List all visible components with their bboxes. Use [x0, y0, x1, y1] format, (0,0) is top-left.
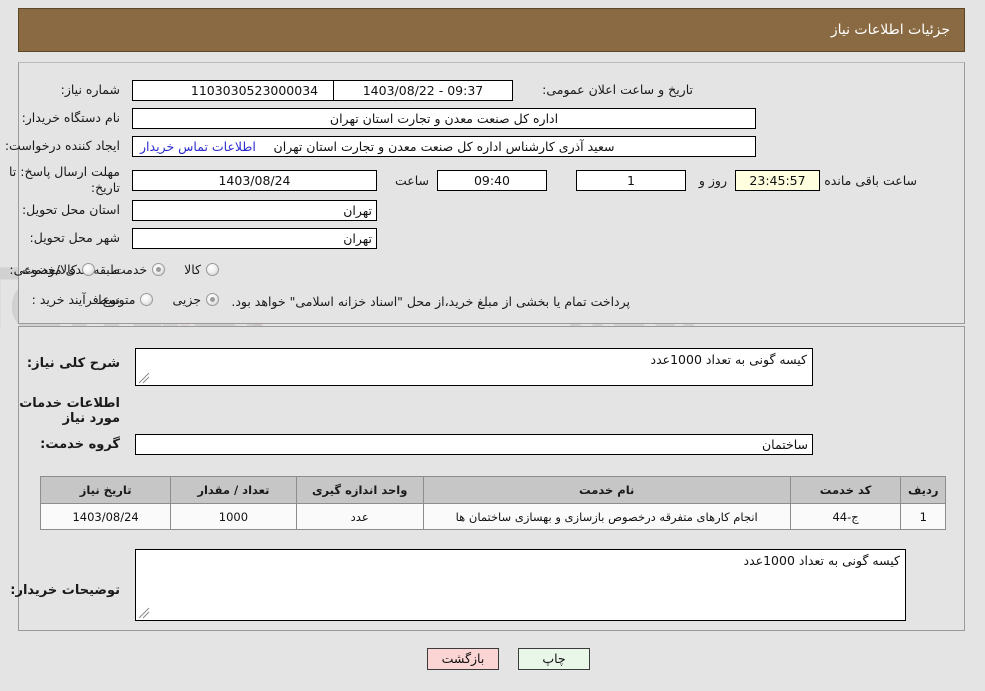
th-service-code: کد خدمت [789, 476, 902, 504]
radio-category-kala-khedmat[interactable] [81, 263, 95, 276]
countdown-label: ساعت باقی مانده [824, 173, 917, 188]
buyer-org-label-row: نام دستگاه خریدار: [22, 110, 120, 125]
cell-radif: 1 [900, 503, 946, 530]
buyer-notes-textarea[interactable]: کیسه گونی به تعداد 1000عدد [135, 549, 906, 621]
city-label-row: شهر محل تحویل: [30, 230, 120, 245]
remaining-days-field[interactable]: 1 [576, 170, 686, 191]
need-number-label: شماره نیاز: [60, 82, 120, 97]
creator-label: ایجاد کننده درخواست: [4, 138, 120, 153]
radio-category-khedmat-label: خدمت [113, 262, 148, 277]
th-quantity: تعداد / مقدار [170, 476, 297, 504]
general-desc-textarea[interactable]: کیسه گونی به تعداد 1000عدد [135, 348, 813, 386]
general-desc-value: کیسه گونی به تعداد 1000عدد [650, 352, 807, 367]
announce-date-label: تاریخ و ساعت اعلان عمومی: [542, 82, 693, 97]
radio-category-kala[interactable] [206, 263, 219, 276]
services-section-title: اطلاعات خدمات مورد نیاز [19, 396, 120, 426]
radio-process-motevaset-label: متوسط [96, 292, 136, 307]
page-header-bar: جزئیات اطلاعات نیاز [18, 8, 965, 52]
deadline-hour-label: ساعت [394, 173, 429, 188]
buyer-org-label: نام دستگاه خریدار: [21, 110, 120, 125]
th-radif: ردیف [900, 476, 946, 504]
announce-label-row: تاریخ و ساعت اعلان عمومی: [542, 82, 693, 97]
th-service-name: نام خدمت [422, 476, 791, 504]
province-label-row: استان محل تحویل: [22, 202, 120, 217]
radio-category-kala-khedmat-label: کالا/خدمت [22, 262, 77, 277]
radio-process-jozii-label: جزیی [172, 292, 201, 307]
process-radio-group: جزیی متوسط [82, 292, 219, 307]
radio-category-khedmat[interactable] [152, 263, 166, 276]
deadline-time-field[interactable]: 09:40 [437, 170, 547, 191]
need-number-label-row: شماره نیاز: [10, 82, 120, 97]
service-group-field[interactable]: ساختمان [135, 434, 813, 455]
province-field[interactable]: تهران [132, 200, 377, 221]
cell-unit: عدد [295, 503, 424, 530]
services-table: ردیف کد خدمت نام خدمت واحد اندازه گیری ت… [39, 476, 946, 530]
city-label: شهر محل تحویل: [29, 230, 120, 245]
table-row: 1 ج-44 انجام کارهای متفرقه درخصوص بازساز… [39, 503, 946, 530]
countdown-field: 23:45:57 [735, 170, 820, 191]
cell-service-code: ج-44 [789, 503, 902, 530]
province-label: استان محل تحویل: [21, 202, 120, 217]
resize-grip-icon[interactable] [138, 607, 150, 619]
radio-process-jozii[interactable] [206, 293, 219, 306]
need-info-panel [18, 62, 965, 324]
city-field[interactable]: تهران [132, 228, 377, 249]
th-unit: واحد اندازه گیری [295, 476, 424, 504]
announce-date-field[interactable]: 09:37 - 1403/08/22 [333, 80, 513, 101]
back-button[interactable]: بازگشت [427, 648, 499, 670]
resize-grip-icon[interactable] [138, 372, 150, 384]
print-button[interactable]: چاپ [518, 648, 590, 670]
page-title: جزئیات اطلاعات نیاز [830, 22, 950, 38]
buyer-org-field[interactable]: اداره کل صنعت معدن و تجارت استان تهران [132, 108, 756, 129]
buyer-notes-label: توضیحات خریدار: [10, 583, 120, 598]
buyer-contact-link[interactable]: اطلاعات تماس خریدار [140, 139, 256, 154]
general-desc-label: شرح کلی نیاز: [26, 356, 120, 371]
cell-service-name: انجام کارهای متفرقه درخصوص بازسازی و بهس… [422, 503, 791, 530]
creator-label-row: ایجاد کننده درخواست: [5, 138, 120, 153]
radio-process-motevaset[interactable] [140, 293, 154, 306]
deadline-date-field[interactable]: 1403/08/24 [132, 170, 377, 191]
table-header-row: ردیف کد خدمت نام خدمت واحد اندازه گیری ت… [39, 476, 946, 504]
th-need-date: تاریخ نیاز [39, 476, 172, 504]
cell-need-date: 1403/08/24 [39, 503, 172, 530]
deadline-label: مهلت ارسال پاسخ: تا تاریخ: [9, 164, 120, 195]
cell-quantity: 1000 [170, 503, 297, 530]
radio-category-kala-label: کالا [184, 262, 201, 277]
buyer-notes-value: کیسه گونی به تعداد 1000عدد [743, 553, 900, 568]
category-radio-group: کالا خدمت کالا/خدمت [8, 262, 219, 277]
treasury-note: پرداخت تمام یا بخشی از مبلغ خرید،از محل … [231, 294, 630, 309]
remaining-days-label: روز و [698, 173, 727, 188]
service-group-label: گروه خدمت: [40, 437, 120, 452]
